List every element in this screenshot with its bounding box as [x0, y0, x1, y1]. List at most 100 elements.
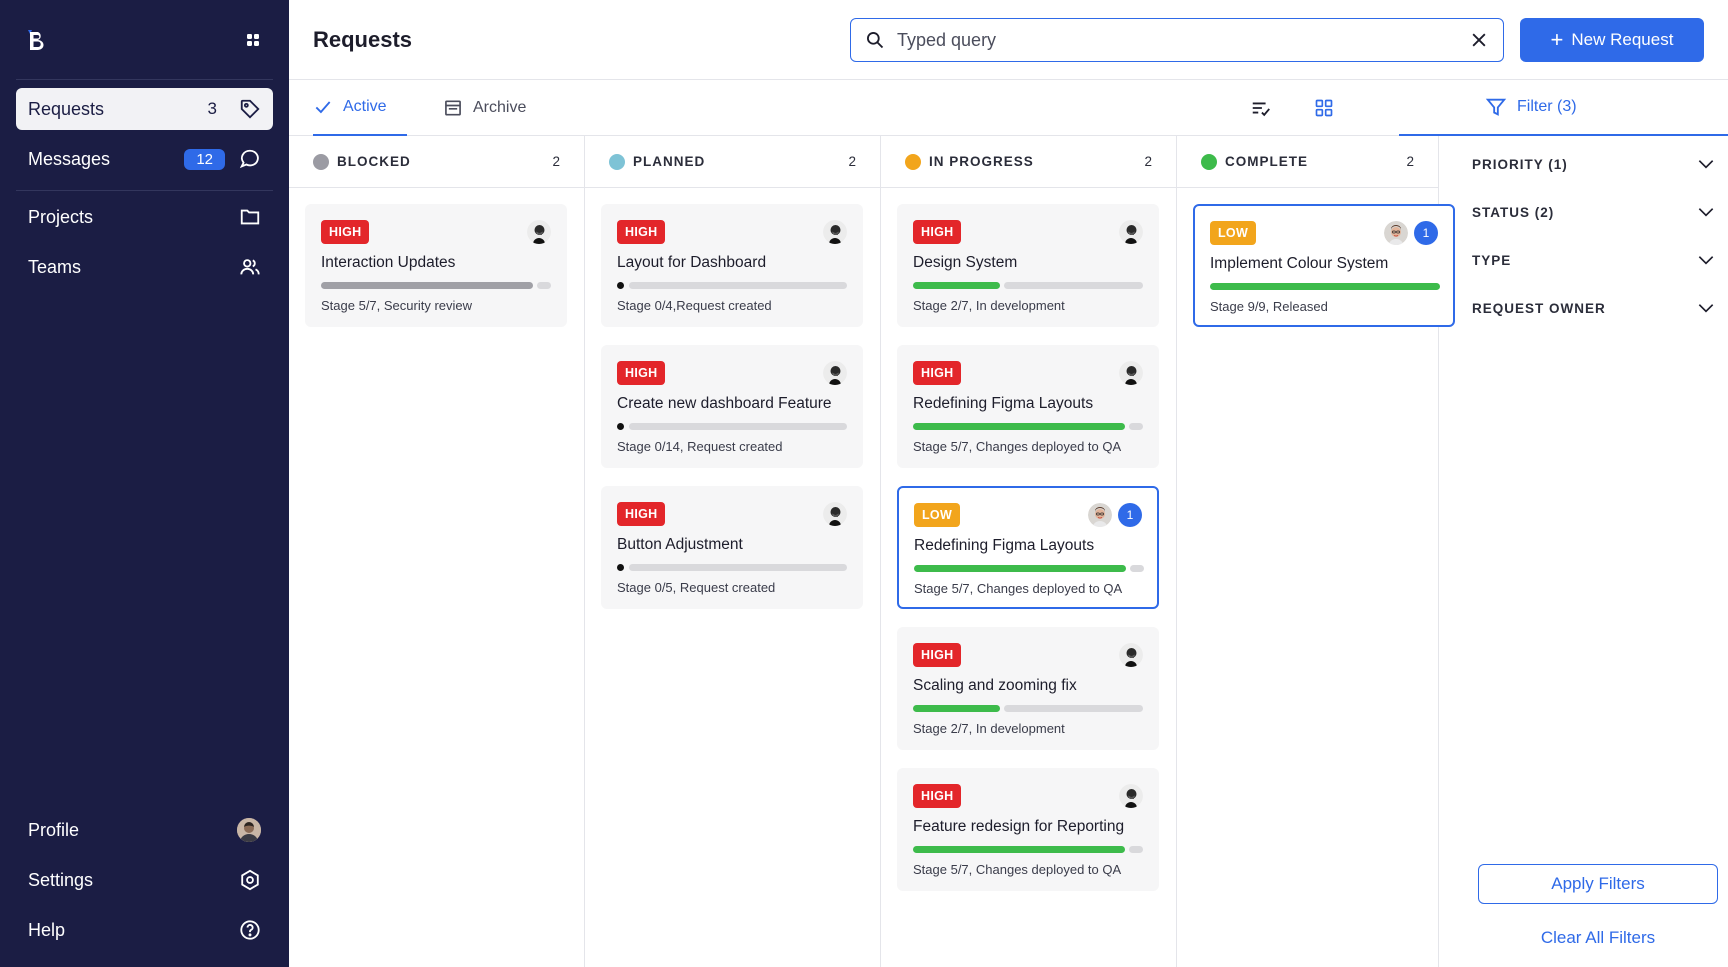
- progress-fill: [913, 846, 1125, 853]
- progress-fill: [913, 705, 1000, 712]
- card-title: Redefining Figma Layouts: [914, 537, 1095, 554]
- archive-icon: [445, 100, 461, 116]
- progress-start-dot: [617, 423, 624, 430]
- filter-group-label: STATUS (2): [1472, 204, 1555, 220]
- filter-group[interactable]: TYPE: [1472, 236, 1728, 284]
- progress-track: [629, 564, 847, 571]
- card-title: Scaling and zooming fix: [913, 677, 1077, 694]
- search-input[interactable]: [897, 29, 1469, 51]
- filter-toggle[interactable]: Filter (3): [1399, 80, 1728, 136]
- progress-bar: [913, 705, 1143, 712]
- filter-icon: [1485, 98, 1507, 116]
- sidebar-item-label: Teams: [28, 256, 82, 277]
- chevron-down-icon: [1698, 160, 1714, 169]
- apps-grid-icon[interactable]: [246, 33, 260, 47]
- notification-count: 1: [1118, 503, 1142, 527]
- sidebar-item-messages[interactable]: Messages 12: [16, 138, 273, 180]
- stage-text: Stage 5/7, Changes deployed to QA: [913, 862, 1122, 877]
- column-title: IN PROGRESS: [929, 154, 1034, 169]
- close-icon[interactable]: [1469, 30, 1489, 50]
- sidebar-item-teams[interactable]: Teams: [16, 246, 273, 288]
- progress-fill: [1210, 283, 1440, 290]
- list-view-icon[interactable]: [1249, 80, 1273, 136]
- column-title: PLANNED: [633, 154, 706, 169]
- app-logo[interactable]: [24, 28, 48, 52]
- search-icon: [867, 32, 884, 49]
- status-dot: [313, 153, 329, 170]
- progress-bar: [913, 282, 1143, 289]
- progress-fill: [913, 423, 1125, 430]
- sidebar-item-projects[interactable]: Projects: [16, 196, 273, 238]
- card-title: Implement Colour System: [1210, 255, 1389, 272]
- request-card[interactable]: LOW 1 Implement Colour System Stage 9/9, Re…: [1193, 204, 1455, 327]
- tab-label: Active: [343, 98, 387, 115]
- help-icon: [239, 919, 261, 941]
- new-request-button[interactable]: + New Request: [1520, 18, 1704, 62]
- new-request-label: New Request: [1571, 30, 1674, 49]
- sidebar-item-settings[interactable]: Settings: [16, 859, 273, 901]
- card-title: Interaction Updates: [321, 254, 456, 271]
- filter-group[interactable]: REQUEST OWNER: [1472, 284, 1728, 332]
- stage-text: Stage 2/7, In development: [913, 721, 1065, 736]
- column-header: PLANNED 2: [585, 136, 880, 188]
- request-card[interactable]: HIGH Create new dashboard Feature Stage 0/…: [601, 345, 863, 468]
- progress-fill: [321, 282, 533, 289]
- apply-filters-button[interactable]: Apply Filters: [1478, 864, 1718, 904]
- column-count: 2: [552, 154, 560, 169]
- page-title: Requests: [313, 27, 413, 52]
- sidebar-item-label: Messages: [28, 148, 111, 169]
- request-card[interactable]: HIGH Button Adjustment Stage 0/5, Request …: [601, 486, 863, 609]
- sidebar-item-label: Settings: [28, 869, 94, 890]
- check-icon: [315, 101, 331, 114]
- sidebar-item-profile[interactable]: Profile: [16, 809, 273, 851]
- filter-group-label: TYPE: [1472, 252, 1512, 268]
- tab-active[interactable]: Active: [313, 80, 407, 136]
- filter-group[interactable]: PRIORITY (1): [1472, 140, 1728, 188]
- request-card[interactable]: HIGH Scaling and zooming fix Stage 2/7, In…: [897, 627, 1159, 750]
- main-area: Requests + New Request Active Archive: [289, 0, 1728, 967]
- stage-text: Stage 9/9, Released: [1210, 299, 1328, 314]
- stage-text: Stage 5/7, Security review: [321, 298, 473, 313]
- filter-group[interactable]: STATUS (2): [1472, 188, 1728, 236]
- messages-badge: 12: [184, 148, 225, 170]
- priority-badge: HIGH: [913, 784, 962, 808]
- progress-track: [629, 423, 847, 430]
- request-card[interactable]: HIGH Redefining Figma Layouts Stage 5/7, C…: [897, 345, 1159, 468]
- progress-bar: [913, 846, 1143, 853]
- request-card[interactable]: HIGH Feature redesign for Reporting Stage …: [897, 768, 1159, 891]
- board-column: PLANNED 2 HIGH Layout for Dashboard Stage 0/…: [585, 136, 881, 967]
- stage-text: Stage 5/7, Changes deployed to QA: [913, 439, 1122, 454]
- request-card[interactable]: LOW 1 Redefining Figma Layouts Stage 5/7, C…: [897, 486, 1159, 609]
- app-root: Requests 3 Messages 12 Projects Teams Pr…: [0, 0, 1728, 967]
- stage-text: Stage 0/5, Request created: [617, 580, 776, 595]
- column-header: BLOCKED 2: [289, 136, 584, 188]
- sidebar-divider: [16, 190, 273, 191]
- settings-icon: [239, 869, 261, 891]
- stage-text: Stage 2/7, In development: [913, 298, 1065, 313]
- progress-bar: [1210, 283, 1440, 290]
- progress-start-dot: [617, 282, 624, 289]
- request-card[interactable]: HIGH Interaction Updates Stage 5/7, Securi…: [305, 204, 567, 327]
- progress-bar: [617, 564, 847, 571]
- assignee-avatar: [1119, 361, 1143, 385]
- progress-fill: [914, 565, 1126, 572]
- sidebar-item-help[interactable]: Help: [16, 909, 273, 951]
- priority-badge: HIGH: [913, 643, 962, 667]
- sidebar-item-label: Profile: [28, 819, 80, 840]
- grid-view-icon[interactable]: [1312, 80, 1336, 136]
- sidebar-item-requests[interactable]: Requests 3: [16, 88, 273, 130]
- avatar: [237, 818, 261, 842]
- sidebar-item-label: Requests: [28, 98, 105, 119]
- priority-badge: HIGH: [617, 361, 666, 385]
- sidebar-divider: [16, 79, 273, 80]
- clear-filters-button[interactable]: Clear All Filters: [1478, 918, 1718, 958]
- tab-label: Archive: [473, 99, 527, 116]
- card-list: LOW 1 Implement Colour System Stage 9/9, Re…: [1177, 188, 1455, 327]
- tab-archive[interactable]: Archive: [443, 80, 526, 136]
- assignee-avatar: [1384, 221, 1408, 245]
- request-card[interactable]: HIGH Design System Stage 2/7, In developme…: [897, 204, 1159, 327]
- search-box[interactable]: [850, 18, 1504, 62]
- card-title: Design System: [913, 254, 1018, 271]
- status-dot: [1201, 153, 1217, 170]
- request-card[interactable]: HIGH Layout for Dashboard Stage 0/4,Reques…: [601, 204, 863, 327]
